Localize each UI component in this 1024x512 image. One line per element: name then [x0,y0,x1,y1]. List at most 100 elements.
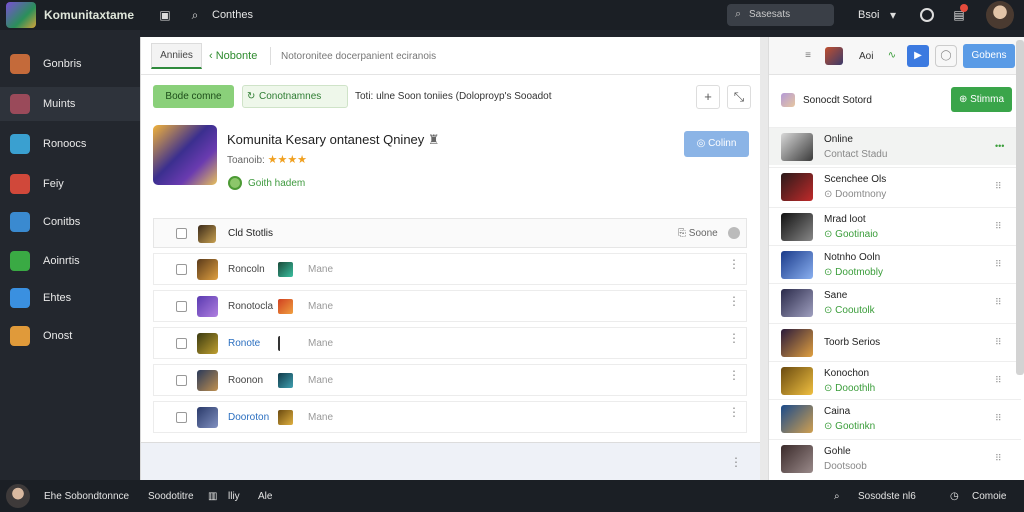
play-icon[interactable]: ▶ [907,45,929,67]
more-options-icon[interactable]: ⋮ [730,455,742,469]
profile-name[interactable]: Ehe Sobondtonnce [44,491,129,502]
expand-icon[interactable]: ⤡ [727,85,751,109]
friend-status: ⊙ Doomtnony [824,189,887,200]
menu-icon[interactable]: ≡ [799,47,817,65]
friend-item[interactable]: Sane ⊙ Cooutolk ⠿ [769,283,1021,321]
search-input[interactable]: ⌕ Sasesats [727,4,834,26]
status-circle-icon[interactable] [920,8,934,22]
friends-action-button[interactable]: ⊕ Stimma [951,87,1012,112]
add-icon[interactable]: + [696,85,720,109]
main-scrollbar[interactable] [760,37,768,480]
friend-item[interactable]: Toorb Serios ⠿ [769,323,1021,361]
row-checkbox[interactable] [176,375,187,386]
chevron-down-icon[interactable]: ▾ [886,8,900,22]
sidebar-item-gonbris[interactable]: Gonbris [0,47,140,81]
menu-label[interactable]: Conthes [212,9,253,21]
friend-item[interactable]: Caina ⊙ Gootinkn ⠿ [769,399,1021,437]
friends-header: Sonocdt Sotord ⊕ Stimma [769,81,1024,121]
friend-avatar [781,133,813,161]
friend-item[interactable]: Mrad loot ⊙ Gootinaio ⠿ [769,207,1021,245]
friends-scrollbar[interactable] [1016,40,1024,375]
friend-item[interactable]: Gohle Dootsoob ⠿ [769,439,1021,477]
list-row[interactable]: Dooroton Mane ⋮ [153,401,747,433]
select-all-checkbox[interactable] [176,228,187,239]
window-icon[interactable]: ▣ [158,8,172,22]
friend-status-text: Doomtnony [835,189,887,200]
bottom-bar: Ehe Sobondtonnce Soodotitre ▥ lliy Ale ⌕… [0,480,1024,512]
friend-item[interactable]: Scenchee Ols ⊙ Doomtnony ⠿ [769,167,1021,205]
search-icon[interactable]: ⌕ [188,8,202,22]
clock-icon[interactable]: ◷ [950,491,959,502]
sidebar-item-conitbs[interactable]: Conitbs [0,205,140,239]
more-options-icon[interactable]: ⋮ [728,369,740,381]
sidebar-item-label: Onost [43,330,73,342]
rating-stars: ★★★★ [267,154,308,166]
list-row[interactable]: Ronotocla Mane ⋮ [153,290,747,322]
bottom-action-right[interactable]: Comoie [972,491,1006,502]
status-text: Goith hadem [248,178,306,189]
row-mode-icon [278,299,293,314]
more-options-icon[interactable]: ⋮ [728,258,740,270]
tab-link[interactable]: ‹ Nobonte [209,50,257,62]
status-item[interactable]: Soodotitre [148,491,194,502]
sidebar-item-onost[interactable]: Onost [0,319,140,353]
sidebar-item-muints[interactable]: Muints [0,87,140,121]
friend-name: Online [824,134,853,145]
list-row[interactable]: Roncoln Mane ⋮ [153,253,747,285]
profile-avatar[interactable] [6,484,30,508]
bars-icon[interactable]: ▥ [208,491,217,502]
row-mode: Mane [308,338,334,349]
list-row[interactable]: Roonon Mane ⋮ [153,364,747,396]
more-options-icon[interactable]: ⠿ [995,181,1002,192]
more-options-icon[interactable]: ••• [995,141,1004,151]
row-checkbox[interactable] [176,301,187,312]
friend-item[interactable]: Online Contact Stadu ••• [769,127,1021,165]
friend-item[interactable]: Notnho Ooln ⊙ Dootmobly ⠿ [769,245,1021,283]
search-icon[interactable]: ⌕ [834,491,840,502]
activity-icon[interactable]: ∿ [883,47,901,65]
bottom-status-right[interactable]: Sosodste nl6 [858,491,916,502]
more-options-icon[interactable]: ⠿ [995,413,1002,424]
left-sidebar: Gonbris Muints Ronoocs Feiy Conitbs Aoin… [0,30,140,480]
chat-icon [10,134,30,154]
sidebar-item-ronoocs[interactable]: Ronoocs [0,127,140,161]
friend-avatar-small[interactable] [825,47,843,65]
friend-item[interactable]: Konochon ⊙ Dooothlh ⠿ [769,361,1021,399]
more-options-icon[interactable]: ⋮ [728,332,740,344]
list-row[interactable]: Ronote Mane ⋮ [153,327,747,359]
more-options-icon[interactable]: ⠿ [995,453,1002,464]
friend-status: Contact Stadu [824,149,888,160]
friends-action-label: Stimma [970,94,1005,105]
toolbar-button[interactable]: Gobens [963,44,1015,68]
more-options-icon[interactable]: ⋮ [728,406,740,418]
sort-control[interactable]: ⎘ Soone [678,228,718,239]
more-options-icon[interactable]: ⠿ [995,259,1002,270]
user-avatar[interactable] [986,1,1014,29]
friend-name: Toorb Serios [824,337,881,348]
app-logo[interactable] [6,2,36,28]
list-header-label: Cld Stotlis [228,228,274,239]
sidebar-item-feiy[interactable]: Feiy [0,167,140,201]
row-checkbox[interactable] [176,412,187,423]
bottom-link-2[interactable]: Ale [258,491,272,502]
row-checkbox[interactable] [176,264,187,275]
secondary-action-button[interactable]: ↻ Conotnamnes [242,85,348,108]
bottom-link-1[interactable]: lliy [228,491,240,502]
settings-circle-icon[interactable]: ◯ [935,45,957,67]
more-options-icon[interactable]: ⠿ [995,375,1002,386]
join-button[interactable]: ◎ Colinn [684,131,749,157]
tab-active[interactable]: Anniies [151,43,202,69]
user-menu-label[interactable]: Bsoi [858,9,879,21]
more-options-icon[interactable]: ⠿ [995,221,1002,232]
row-checkbox[interactable] [176,338,187,349]
more-options-icon[interactable]: ⠿ [995,337,1002,348]
sidebar-item-aoinrtis[interactable]: Aoinrtis [0,244,140,278]
more-options-icon[interactable]: ⠿ [995,297,1002,308]
friends-toolbar: ≡ Aoi ∿ ▶ ◯ Gobens [769,37,1024,75]
sort-toggle-icon[interactable] [728,227,740,239]
group-icon [781,93,795,107]
primary-action-button[interactable]: Bode comne [153,85,234,108]
more-options-icon[interactable]: ⋮ [728,295,740,307]
row-mode: Mane [308,264,334,275]
sidebar-item-ehtes[interactable]: Ehtes [0,281,140,315]
